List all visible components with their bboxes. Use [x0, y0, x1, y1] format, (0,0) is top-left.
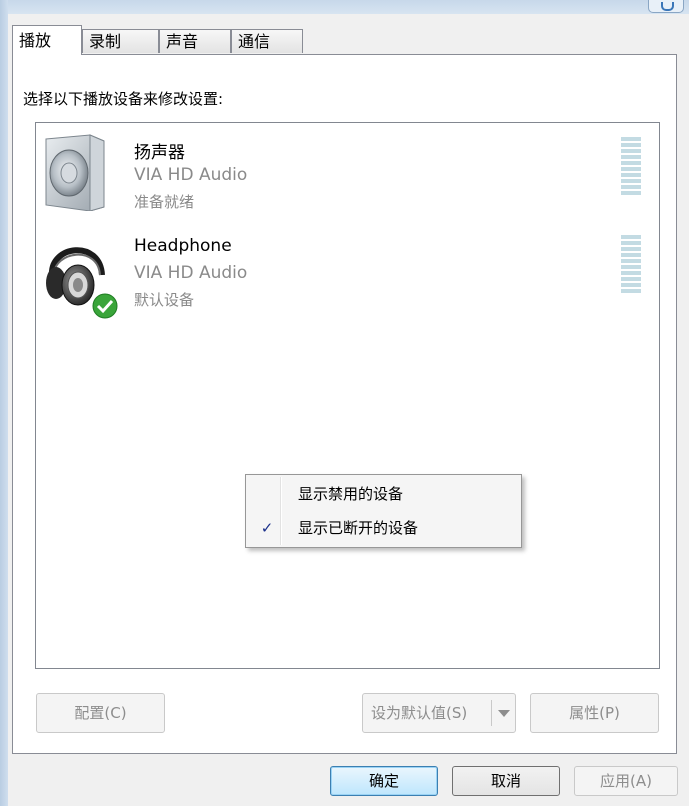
- device-name: 扬声器: [134, 143, 185, 163]
- device-list[interactable]: 扬声器 VIA HD Audio 准备就绪 Headphone VIA HD A…: [35, 122, 660, 669]
- default-check-icon: [92, 293, 118, 319]
- tab-sounds[interactable]: 声音: [159, 29, 231, 53]
- instruction-label: 选择以下播放设备来修改设置:: [23, 90, 224, 108]
- device-status: 准备就绪: [134, 193, 195, 211]
- menu-item-label: 显示已断开的设备: [298, 519, 419, 537]
- menu-item-show-disconnected[interactable]: ✓ 显示已断开的设备: [248, 513, 519, 543]
- window-frame-top: [0, 0, 689, 14]
- tab-recording[interactable]: 录制: [82, 29, 159, 53]
- level-meter: [621, 137, 641, 197]
- device-item-speaker[interactable]: 扬声器 VIA HD Audio 准备就绪: [36, 123, 656, 211]
- cancel-button[interactable]: 取消: [452, 766, 560, 796]
- device-item-headphone[interactable]: Headphone VIA HD Audio 默认设备: [36, 221, 656, 319]
- device-driver: VIA HD Audio: [134, 165, 248, 185]
- ok-button[interactable]: 确定: [330, 766, 438, 796]
- menu-item-label: 显示禁用的设备: [298, 485, 404, 503]
- menu-item-show-disabled[interactable]: 显示禁用的设备: [248, 479, 519, 509]
- tab-communications[interactable]: 通信: [231, 29, 303, 53]
- help-icon[interactable]: [648, 0, 684, 13]
- set-default-label: 设为默认值(S): [371, 704, 468, 722]
- device-driver: VIA HD Audio: [134, 263, 248, 283]
- set-default-button[interactable]: 设为默认值(S): [362, 693, 516, 733]
- chevron-down-icon[interactable]: [498, 710, 510, 717]
- speaker-icon: [45, 134, 105, 211]
- tab-playback[interactable]: 播放: [12, 25, 82, 55]
- check-icon: ✓: [260, 519, 274, 537]
- window-frame-left: [0, 0, 8, 806]
- configure-button[interactable]: 配置(C): [36, 693, 165, 733]
- context-menu: 显示禁用的设备 ✓ 显示已断开的设备: [245, 474, 522, 548]
- properties-button[interactable]: 属性(P): [530, 693, 659, 733]
- device-status: 默认设备: [134, 291, 195, 309]
- split-divider: [491, 700, 492, 726]
- level-meter: [621, 235, 641, 295]
- apply-button[interactable]: 应用(A): [574, 766, 678, 796]
- device-name: Headphone: [134, 236, 232, 256]
